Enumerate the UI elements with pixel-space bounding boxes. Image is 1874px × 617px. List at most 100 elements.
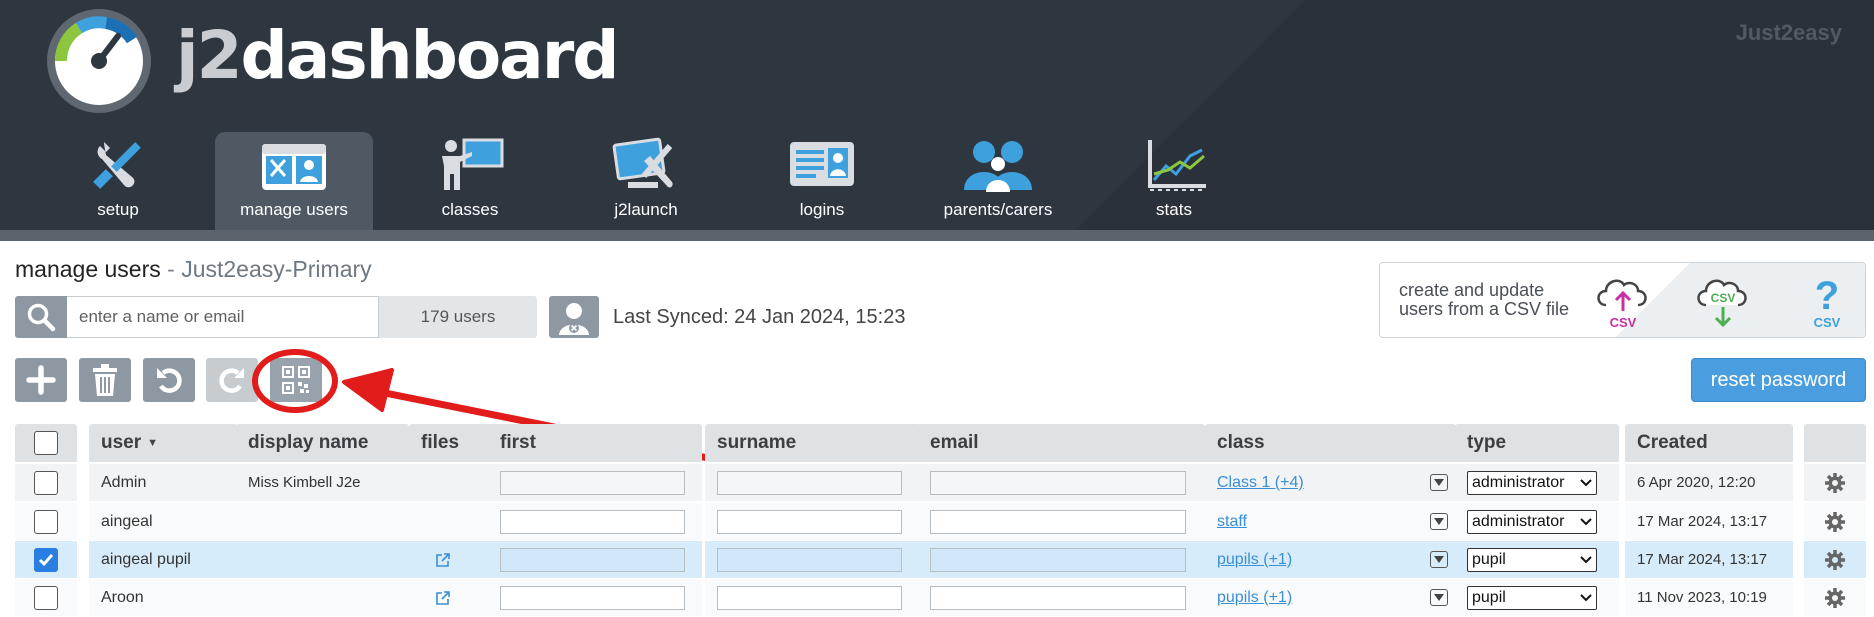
email-field[interactable]	[930, 585, 1186, 610]
cell-user[interactable]: aingeal	[89, 503, 238, 540]
cell-surname	[705, 541, 921, 578]
gear-icon[interactable]	[1825, 549, 1845, 570]
surname-field[interactable]	[717, 470, 902, 495]
add-user-button[interactable]	[15, 358, 67, 402]
cell-class: staff	[1205, 503, 1456, 540]
row-checkbox[interactable]	[34, 547, 58, 572]
class-dropdown-icon[interactable]	[1430, 513, 1448, 530]
nav-manage-users[interactable]: manage users	[215, 132, 373, 230]
table-row[interactable]: Admin Miss Kimbell J2e Class 1 (+4) admi…	[15, 464, 1866, 501]
type-select[interactable]: administrator	[1467, 509, 1597, 534]
header-surname[interactable]: surname	[705, 424, 921, 462]
select-cell	[15, 464, 77, 501]
cell-files	[409, 464, 492, 501]
row-checkbox[interactable]	[34, 585, 58, 610]
undo-button[interactable]	[143, 358, 195, 402]
class-dropdown-icon[interactable]	[1430, 589, 1448, 606]
redo-button[interactable]	[206, 358, 258, 402]
header-class[interactable]: class	[1205, 424, 1456, 462]
cell-actions	[1804, 579, 1866, 616]
first-name-field[interactable]	[500, 470, 685, 495]
surname-field[interactable]	[717, 509, 902, 534]
reset-password-button[interactable]: reset password	[1691, 358, 1866, 402]
header-bottom-bar	[0, 230, 1874, 241]
gear-icon[interactable]	[1825, 587, 1845, 608]
email-field[interactable]	[930, 547, 1186, 572]
table-row[interactable]: aingeal pupil pupils (+1) pupil 17 Mar 2…	[15, 541, 1866, 578]
delete-user-button[interactable]	[79, 358, 131, 402]
gear-icon[interactable]	[1825, 511, 1845, 532]
external-link-icon[interactable]	[435, 590, 451, 606]
header-type[interactable]: type	[1455, 424, 1619, 462]
cell-display-name[interactable]	[236, 579, 409, 616]
main-nav: setup manage users classes j2launch logi…	[30, 132, 1262, 230]
header-first[interactable]: first	[488, 424, 702, 462]
first-name-field[interactable]	[500, 585, 685, 610]
help-question-icon: ? CSV	[1814, 274, 1841, 330]
row-checkbox[interactable]	[34, 509, 58, 534]
chevron-down-icon	[1434, 479, 1444, 486]
header-files[interactable]: files	[409, 424, 492, 462]
first-name-field[interactable]	[500, 547, 685, 572]
class-link[interactable]: pupils (+1)	[1217, 551, 1292, 569]
school-name: Just2easy-Primary	[181, 256, 372, 282]
header-created[interactable]: Created	[1625, 424, 1793, 462]
type-select[interactable]: pupil	[1467, 547, 1597, 572]
nav-parents-carers[interactable]: parents/carers	[910, 132, 1086, 230]
type-select[interactable]: pupil	[1467, 585, 1597, 610]
header-email[interactable]: email	[918, 424, 1205, 462]
cell-user[interactable]: Admin	[89, 464, 238, 501]
csv-description-line: users from a CSV file	[1399, 299, 1570, 319]
cell-display-name[interactable]	[236, 503, 409, 540]
table-header: user ▼ display name files first surname e…	[15, 424, 1866, 462]
email-field[interactable]	[930, 470, 1186, 495]
surname-field[interactable]	[717, 547, 902, 572]
redo-icon	[219, 368, 244, 393]
search-button[interactable]	[15, 296, 67, 338]
last-synced-text: Last Synced: 24 Jan 2024, 15:23	[613, 306, 906, 328]
header-user[interactable]: user ▼	[89, 424, 238, 462]
cell-email	[918, 541, 1205, 578]
logo-suffix: dashboard	[240, 17, 620, 94]
nav-j2launch[interactable]: j2launch	[558, 132, 734, 230]
cell-user[interactable]: Aroon	[89, 579, 238, 616]
chevron-down-icon	[1434, 594, 1444, 601]
first-name-field[interactable]	[500, 509, 685, 534]
class-link[interactable]: staff	[1217, 513, 1247, 531]
cell-first	[488, 464, 702, 501]
cell-user[interactable]: aingeal pupil	[89, 541, 238, 578]
gear-icon[interactable]	[1825, 472, 1845, 493]
header-user-label: user	[101, 432, 142, 453]
class-dropdown-icon[interactable]	[1430, 474, 1448, 491]
table-row[interactable]: aingeal staff administrator 17 Mar 2024,…	[15, 503, 1866, 540]
cell-class: Class 1 (+4)	[1205, 464, 1456, 501]
class-link[interactable]: pupils (+1)	[1217, 589, 1292, 607]
nav-stats[interactable]: stats	[1086, 132, 1262, 230]
search-input[interactable]	[67, 296, 379, 338]
cell-class: pupils (+1)	[1205, 541, 1456, 578]
nav-label: parents/carers	[943, 200, 1053, 219]
row-checkbox[interactable]	[34, 470, 58, 495]
sync-button[interactable]	[549, 296, 599, 338]
checkmark-icon	[38, 553, 54, 566]
cell-display-name[interactable]	[236, 541, 409, 578]
class-dropdown-icon[interactable]	[1430, 551, 1448, 568]
surname-field[interactable]	[717, 585, 902, 610]
nav-setup[interactable]: setup	[30, 132, 206, 230]
nav-classes[interactable]: classes	[382, 132, 558, 230]
csv-download-button[interactable]: CSV	[1694, 271, 1752, 331]
table-row[interactable]: Aroon pupils (+1) pupil 11 Nov 2023, 10:…	[15, 579, 1866, 616]
select-all-checkbox[interactable]	[34, 431, 58, 455]
csv-upload-button[interactable]: CSV	[1594, 271, 1652, 331]
class-link[interactable]: Class 1 (+4)	[1217, 474, 1304, 492]
csv-help-button[interactable]: ? CSV	[1798, 271, 1856, 331]
header-display-name[interactable]: display name	[236, 424, 409, 462]
cloud-upload-icon: CSV	[1597, 279, 1647, 330]
email-field[interactable]	[930, 509, 1186, 534]
cell-files	[409, 579, 492, 616]
nav-logins[interactable]: logins	[734, 132, 910, 230]
type-select[interactable]: administrator	[1467, 470, 1597, 495]
parents-icon	[964, 141, 1032, 192]
cell-display-name[interactable]: Miss Kimbell J2e	[236, 464, 409, 501]
external-link-icon[interactable]	[435, 552, 451, 568]
